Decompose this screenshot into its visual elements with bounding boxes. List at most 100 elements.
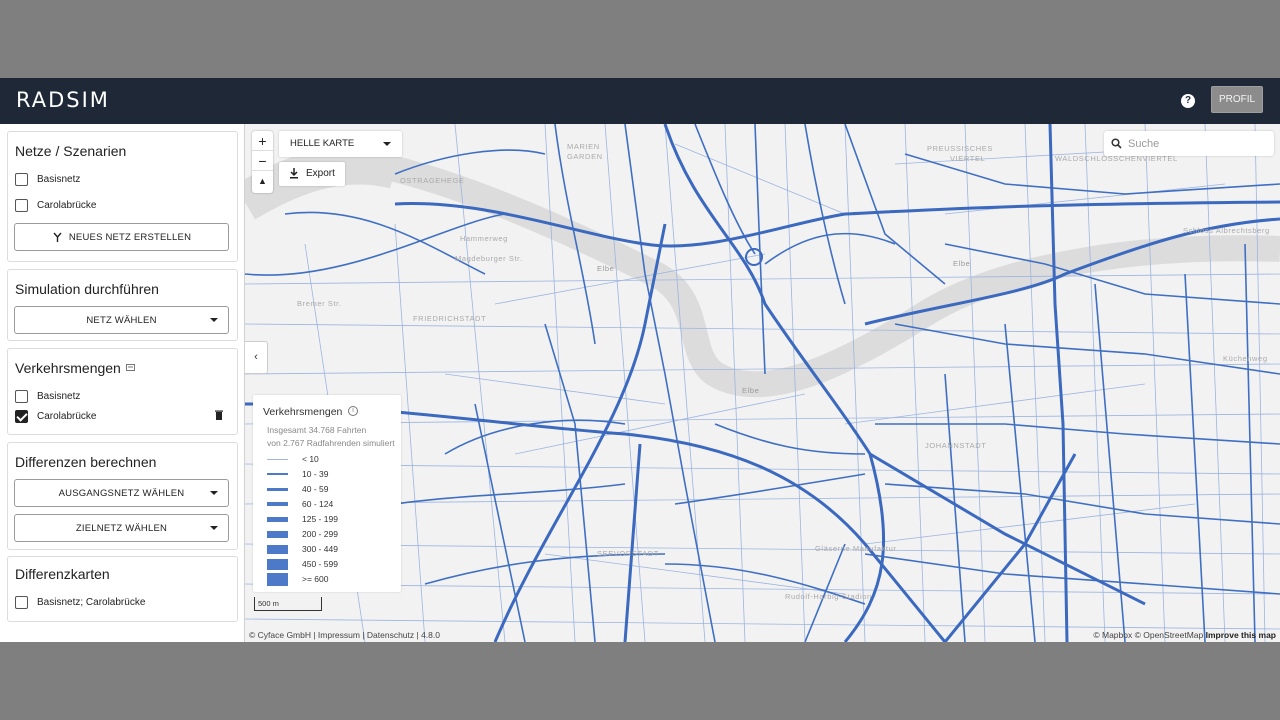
- traffic-item-label: Basisnetz: [37, 390, 81, 402]
- legend-swatch: [267, 544, 288, 554]
- legend-entry: 200 - 299: [267, 527, 338, 541]
- app-logo: RADSIM: [16, 88, 110, 112]
- legend-swatch: [267, 558, 288, 570]
- difference-map-label: Basisnetz; Carolabrücke: [37, 596, 146, 608]
- traffic-card: Verkehrsmengen Basisnetz Carolabrücke: [7, 348, 238, 435]
- map-label: Bremer Str.: [297, 299, 342, 308]
- collapse-sidebar-button[interactable]: ‹: [245, 341, 268, 374]
- legend-entry: 10 - 39: [267, 467, 328, 481]
- legend-total: Insgesamt 34.768 Fahrten: [267, 425, 367, 435]
- legend-entry: 300 - 449: [267, 542, 338, 556]
- legend-label: 60 - 124: [302, 499, 334, 509]
- traffic-item-carolabruecke[interactable]: Carolabrücke: [15, 408, 96, 424]
- map-label: Elbe: [953, 259, 971, 268]
- info-icon[interactable]: i: [348, 406, 358, 416]
- improve-map-link[interactable]: Improve this map: [1206, 630, 1276, 640]
- legend-title: Verkehrsmengen: [263, 406, 343, 418]
- legend-swatch: [267, 572, 288, 586]
- traffic-item-label: Carolabrücke: [37, 410, 97, 422]
- map-label: JOHANNSTADT: [925, 441, 987, 450]
- legend-entry: 125 - 199: [267, 512, 338, 526]
- legend-label: 450 - 599: [302, 559, 338, 569]
- attribution-left[interactable]: © Cyface GmbH | Impressum | Datenschutz …: [249, 630, 440, 640]
- fork-icon: [53, 232, 62, 242]
- network-item-basisnetz[interactable]: Basisnetz: [15, 171, 80, 187]
- legend-entry: 450 - 599: [267, 557, 338, 571]
- caret-down-icon: [210, 491, 218, 495]
- simulation-card: Simulation durchführen NETZ WÄHLEN: [7, 269, 238, 341]
- export-label: Export: [306, 168, 335, 179]
- legend-label: 200 - 299: [302, 529, 338, 539]
- differences-card: Differenzen berechnen AUSGANGSNETZ WÄHLE…: [7, 442, 238, 550]
- map-label: Rudolf-Harbig-Stadion: [785, 592, 872, 601]
- search-input[interactable]: [1128, 135, 1268, 152]
- checkbox[interactable]: [15, 198, 28, 212]
- map-label: Gläserne Manufaktur: [815, 544, 897, 553]
- legend-entry: 60 - 124: [267, 497, 333, 511]
- difference-maps-title: Differenzkarten: [15, 566, 110, 582]
- export-button[interactable]: Export: [279, 162, 345, 186]
- difference-maps-card: Differenzkarten Basisnetz; Carolabrücke: [7, 556, 238, 622]
- scale-bar: 500 m: [254, 597, 322, 611]
- new-network-button[interactable]: NEUES NETZ ERSTELLEN: [14, 223, 229, 251]
- target-network-label: ZIELNETZ WÄHLEN: [75, 522, 168, 534]
- network-item-carolabruecke[interactable]: Carolabrücke: [15, 197, 96, 213]
- legend-label: 300 - 449: [302, 544, 338, 554]
- checkbox-checked[interactable]: [15, 409, 28, 423]
- legend-swatch: [267, 516, 288, 522]
- legend-swatch: [267, 458, 288, 460]
- map-label: Küchenweg: [1223, 354, 1268, 363]
- checkbox[interactable]: [15, 595, 28, 609]
- app-window: RADSIM ? PROFIL Netze / Szenarien Basisn…: [0, 78, 1280, 642]
- legend-label: >= 600: [302, 574, 329, 584]
- delete-icon[interactable]: [215, 410, 223, 420]
- caret-down-icon: [210, 318, 218, 322]
- traffic-title: Verkehrsmengen: [15, 360, 121, 376]
- simulation-title: Simulation durchführen: [15, 281, 159, 297]
- map-label: Elbe: [742, 386, 760, 395]
- legend-label: 10 - 39: [302, 469, 329, 479]
- legend-swatch: [267, 473, 288, 475]
- checkbox[interactable]: [15, 389, 28, 403]
- legend-riders: von 2.767 Radfahrenden simuliert: [267, 438, 395, 448]
- base-network-dropdown[interactable]: AUSGANGSNETZ WÄHLEN: [14, 479, 229, 507]
- legend-label: < 10: [302, 454, 319, 464]
- attribution-mapbox[interactable]: © Mapbox © OpenStreetMap: [1093, 630, 1203, 640]
- caret-down-icon: [210, 526, 218, 530]
- network-item-label: Basisnetz: [37, 173, 81, 185]
- map-style-dropdown[interactable]: HELLE KARTE: [279, 131, 402, 157]
- map-label: SEEVORSTADT: [597, 549, 659, 558]
- help-icon[interactable]: ?: [1181, 94, 1195, 108]
- map-label: MARIEN: [567, 142, 600, 151]
- legend-swatch: [267, 530, 288, 538]
- compass-icon[interactable]: ▲: [252, 171, 273, 191]
- attribution-right[interactable]: © Mapbox © OpenStreetMap Improve this ma…: [1093, 630, 1276, 640]
- top-bar: RADSIM ? PROFIL: [0, 78, 1280, 124]
- checkbox[interactable]: [15, 172, 28, 186]
- zoom-in-button[interactable]: +: [252, 131, 273, 151]
- legend-label: 125 - 199: [302, 514, 338, 524]
- map-canvas[interactable]: MARIEN GARDEN OSTRAGEHEGE PREUSSISCHES V…: [245, 124, 1280, 642]
- traffic-item-basisnetz[interactable]: Basisnetz: [15, 388, 80, 404]
- network-item-label: Carolabrücke: [37, 199, 97, 211]
- difference-map-item[interactable]: Basisnetz; Carolabrücke: [15, 594, 145, 610]
- target-network-dropdown[interactable]: ZIELNETZ WÄHLEN: [14, 514, 229, 542]
- select-network-label: NETZ WÄHLEN: [86, 314, 157, 326]
- networks-title: Netze / Szenarien: [15, 143, 127, 159]
- sidebar: Netze / Szenarien Basisnetz Carolabrücke…: [0, 124, 245, 642]
- map-label: Magdeburger Str.: [455, 254, 523, 263]
- map-style-label: HELLE KARTE: [290, 138, 355, 149]
- legend-label: 40 - 59: [302, 484, 329, 494]
- zoom-out-button[interactable]: −: [252, 151, 273, 171]
- legend-swatch: [267, 502, 288, 506]
- search-box: [1104, 131, 1274, 156]
- legend-swatch: [267, 487, 288, 491]
- info-card-icon[interactable]: [126, 364, 135, 371]
- profile-button[interactable]: PROFIL: [1211, 86, 1263, 113]
- base-network-label: AUSGANGSNETZ WÄHLEN: [58, 487, 185, 499]
- download-icon: [290, 168, 298, 179]
- map-label: VIERTEL: [950, 154, 986, 163]
- select-network-dropdown[interactable]: NETZ WÄHLEN: [14, 306, 229, 334]
- search-icon: [1111, 138, 1122, 149]
- map-label: OSTRAGEHEGE: [400, 176, 465, 185]
